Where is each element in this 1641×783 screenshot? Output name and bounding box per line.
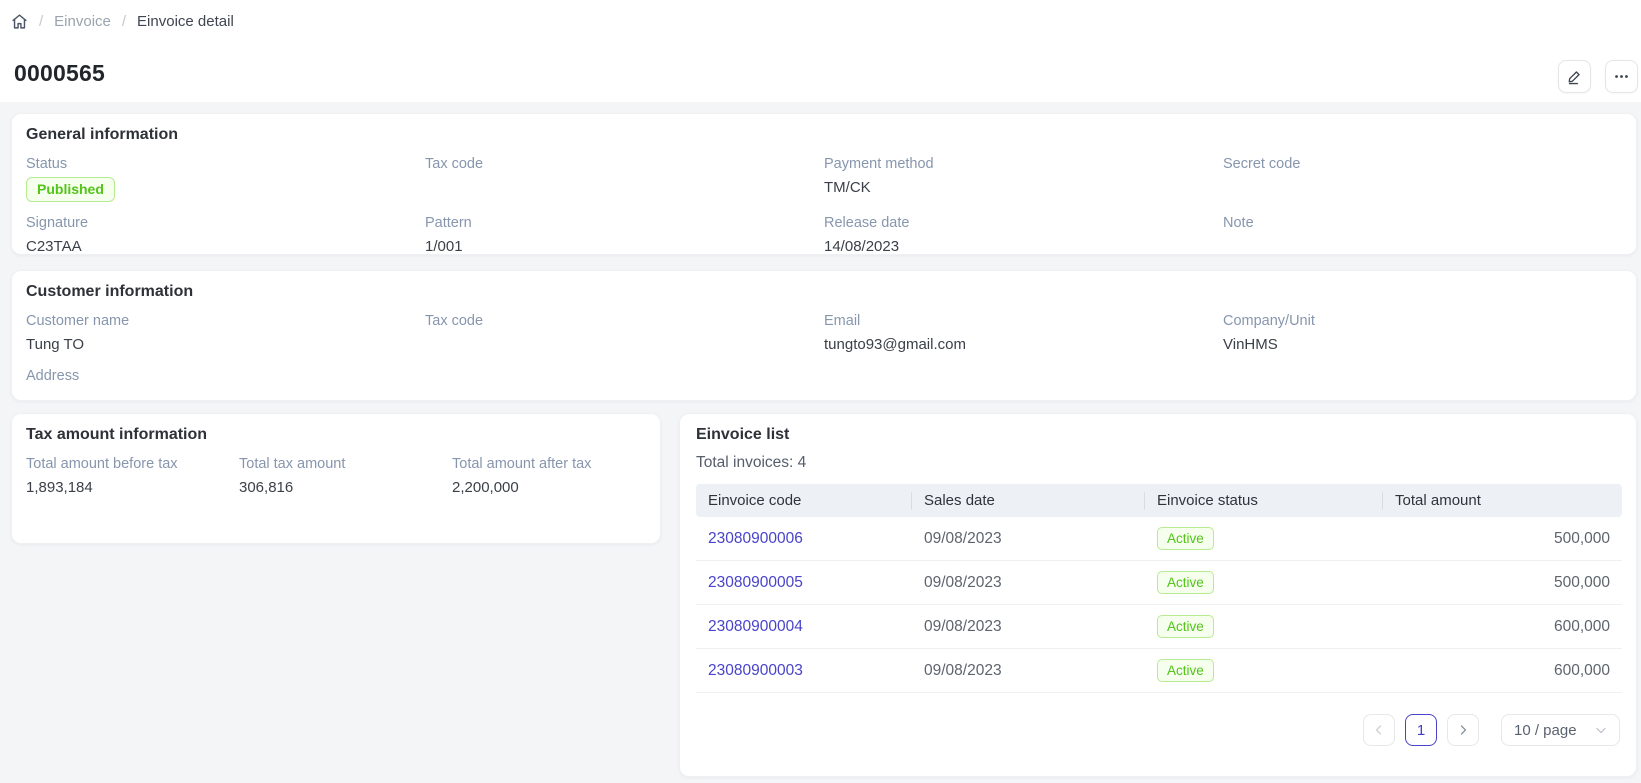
- einvoice-code-link[interactable]: 23080900003: [708, 662, 803, 679]
- field-signature: Signature C23TAA: [26, 215, 425, 257]
- pagination-next-button[interactable]: [1447, 714, 1479, 746]
- page-header: / Einvoice / Einvoice detail 0000565: [0, 0, 1641, 102]
- total-invoices-count: Total invoices: 4: [696, 454, 1620, 472]
- tax-amount-card: Tax amount information Total amount befo…: [11, 413, 661, 544]
- edit-pencil-icon: [1566, 68, 1583, 85]
- sales-date-cell: 09/08/2023: [912, 649, 1145, 693]
- status-badge: Published: [26, 177, 115, 202]
- pagination: 1 10 / page: [696, 714, 1620, 746]
- einvoice-list-card: Einvoice list Total invoices: 4 Einvoice…: [679, 413, 1637, 777]
- breadcrumb-item-einvoice-detail: Einvoice detail: [137, 13, 234, 30]
- einvoice-status-badge: Active: [1157, 527, 1214, 550]
- table-row: 23080900003 09/08/2023 Active 600,000: [696, 649, 1622, 693]
- pagination-page-1-button[interactable]: 1: [1405, 714, 1437, 746]
- column-header-einvoice-code: Einvoice code: [696, 484, 912, 517]
- customer-information-title: Customer information: [26, 283, 1622, 301]
- field-total-after-tax: Total amount after tax 2,200,000: [452, 456, 646, 498]
- general-information-fields: Status Published Tax code Payment method…: [26, 156, 1622, 257]
- table-row: 23080900005 09/08/2023 Active 500,000: [696, 561, 1622, 605]
- chevron-right-icon: [1457, 724, 1469, 736]
- customer-information-fields: Customer name Tung TO Tax code Email tun…: [26, 313, 1622, 410]
- field-release-date: Release date 14/08/2023: [824, 215, 1223, 257]
- table-row: 23080900004 09/08/2023 Active 600,000: [696, 605, 1622, 649]
- ellipsis-icon: [1613, 68, 1630, 85]
- page-size-value: 10 / page: [1514, 722, 1577, 739]
- einvoice-table: Einvoice code Sales date Einvoice status…: [696, 484, 1622, 693]
- einvoice-status-badge: Active: [1157, 659, 1214, 682]
- field-customer-name: Customer name Tung TO: [26, 313, 425, 355]
- field-pattern: Pattern 1/001: [425, 215, 824, 257]
- column-header-total-amount: Total amount: [1383, 484, 1622, 517]
- einvoice-code-link[interactable]: 23080900004: [708, 618, 803, 635]
- breadcrumb-separator: /: [39, 13, 43, 30]
- total-amount-cell: 600,000: [1383, 649, 1622, 693]
- chevron-left-icon: [1373, 724, 1385, 736]
- pagination-prev-button[interactable]: [1363, 714, 1395, 746]
- field-customer-tax-code: Tax code: [425, 313, 824, 355]
- field-secret-code: Secret code: [1223, 156, 1622, 202]
- page-size-select[interactable]: 10 / page: [1501, 714, 1620, 746]
- sales-date-cell: 09/08/2023: [912, 605, 1145, 649]
- edit-button[interactable]: [1558, 60, 1591, 93]
- field-address: Address: [26, 368, 425, 410]
- more-actions-button[interactable]: [1605, 60, 1638, 93]
- tax-amount-title: Tax amount information: [26, 426, 646, 444]
- sales-date-cell: 09/08/2023: [912, 517, 1145, 561]
- total-amount-cell: 600,000: [1383, 605, 1622, 649]
- field-status: Status Published: [26, 156, 425, 202]
- page-title: 0000565: [14, 60, 105, 87]
- column-header-einvoice-status: Einvoice status: [1145, 484, 1383, 517]
- customer-information-card: Customer information Customer name Tung …: [11, 270, 1637, 401]
- breadcrumb: / Einvoice / Einvoice detail: [11, 13, 234, 30]
- column-header-sales-date: Sales date: [912, 484, 1145, 517]
- einvoice-code-link[interactable]: 23080900005: [708, 574, 803, 591]
- field-payment-method: Payment method TM/CK: [824, 156, 1223, 202]
- chevron-down-icon: [1595, 724, 1607, 736]
- einvoice-code-link[interactable]: 23080900006: [708, 530, 803, 547]
- table-row: 23080900006 09/08/2023 Active 500,000: [696, 517, 1622, 561]
- einvoice-status-badge: Active: [1157, 615, 1214, 638]
- field-note: Note: [1223, 215, 1622, 257]
- breadcrumb-item-einvoice[interactable]: Einvoice: [54, 13, 111, 30]
- table-header-row: Einvoice code Sales date Einvoice status…: [696, 484, 1622, 517]
- title-actions: [1558, 60, 1638, 93]
- field-email: Email tungto93@gmail.com: [824, 313, 1223, 355]
- total-amount-cell: 500,000: [1383, 561, 1622, 605]
- field-company-unit: Company/Unit VinHMS: [1223, 313, 1622, 355]
- einvoice-status-badge: Active: [1157, 571, 1214, 594]
- sales-date-cell: 09/08/2023: [912, 561, 1145, 605]
- breadcrumb-separator: /: [122, 13, 126, 30]
- field-tax-code: Tax code: [425, 156, 824, 202]
- total-amount-cell: 500,000: [1383, 517, 1622, 561]
- tax-amount-fields: Total amount before tax 1,893,184 Total …: [26, 456, 646, 498]
- home-icon[interactable]: [11, 13, 28, 30]
- field-total-tax: Total tax amount 306,816: [239, 456, 452, 498]
- einvoice-list-title: Einvoice list: [696, 426, 1620, 444]
- general-information-title: General information: [26, 126, 1622, 144]
- general-information-card: General information Status Published Tax…: [11, 113, 1637, 255]
- einvoice-detail-page: / Einvoice / Einvoice detail 0000565: [0, 0, 1641, 783]
- field-total-before-tax: Total amount before tax 1,893,184: [26, 456, 239, 498]
